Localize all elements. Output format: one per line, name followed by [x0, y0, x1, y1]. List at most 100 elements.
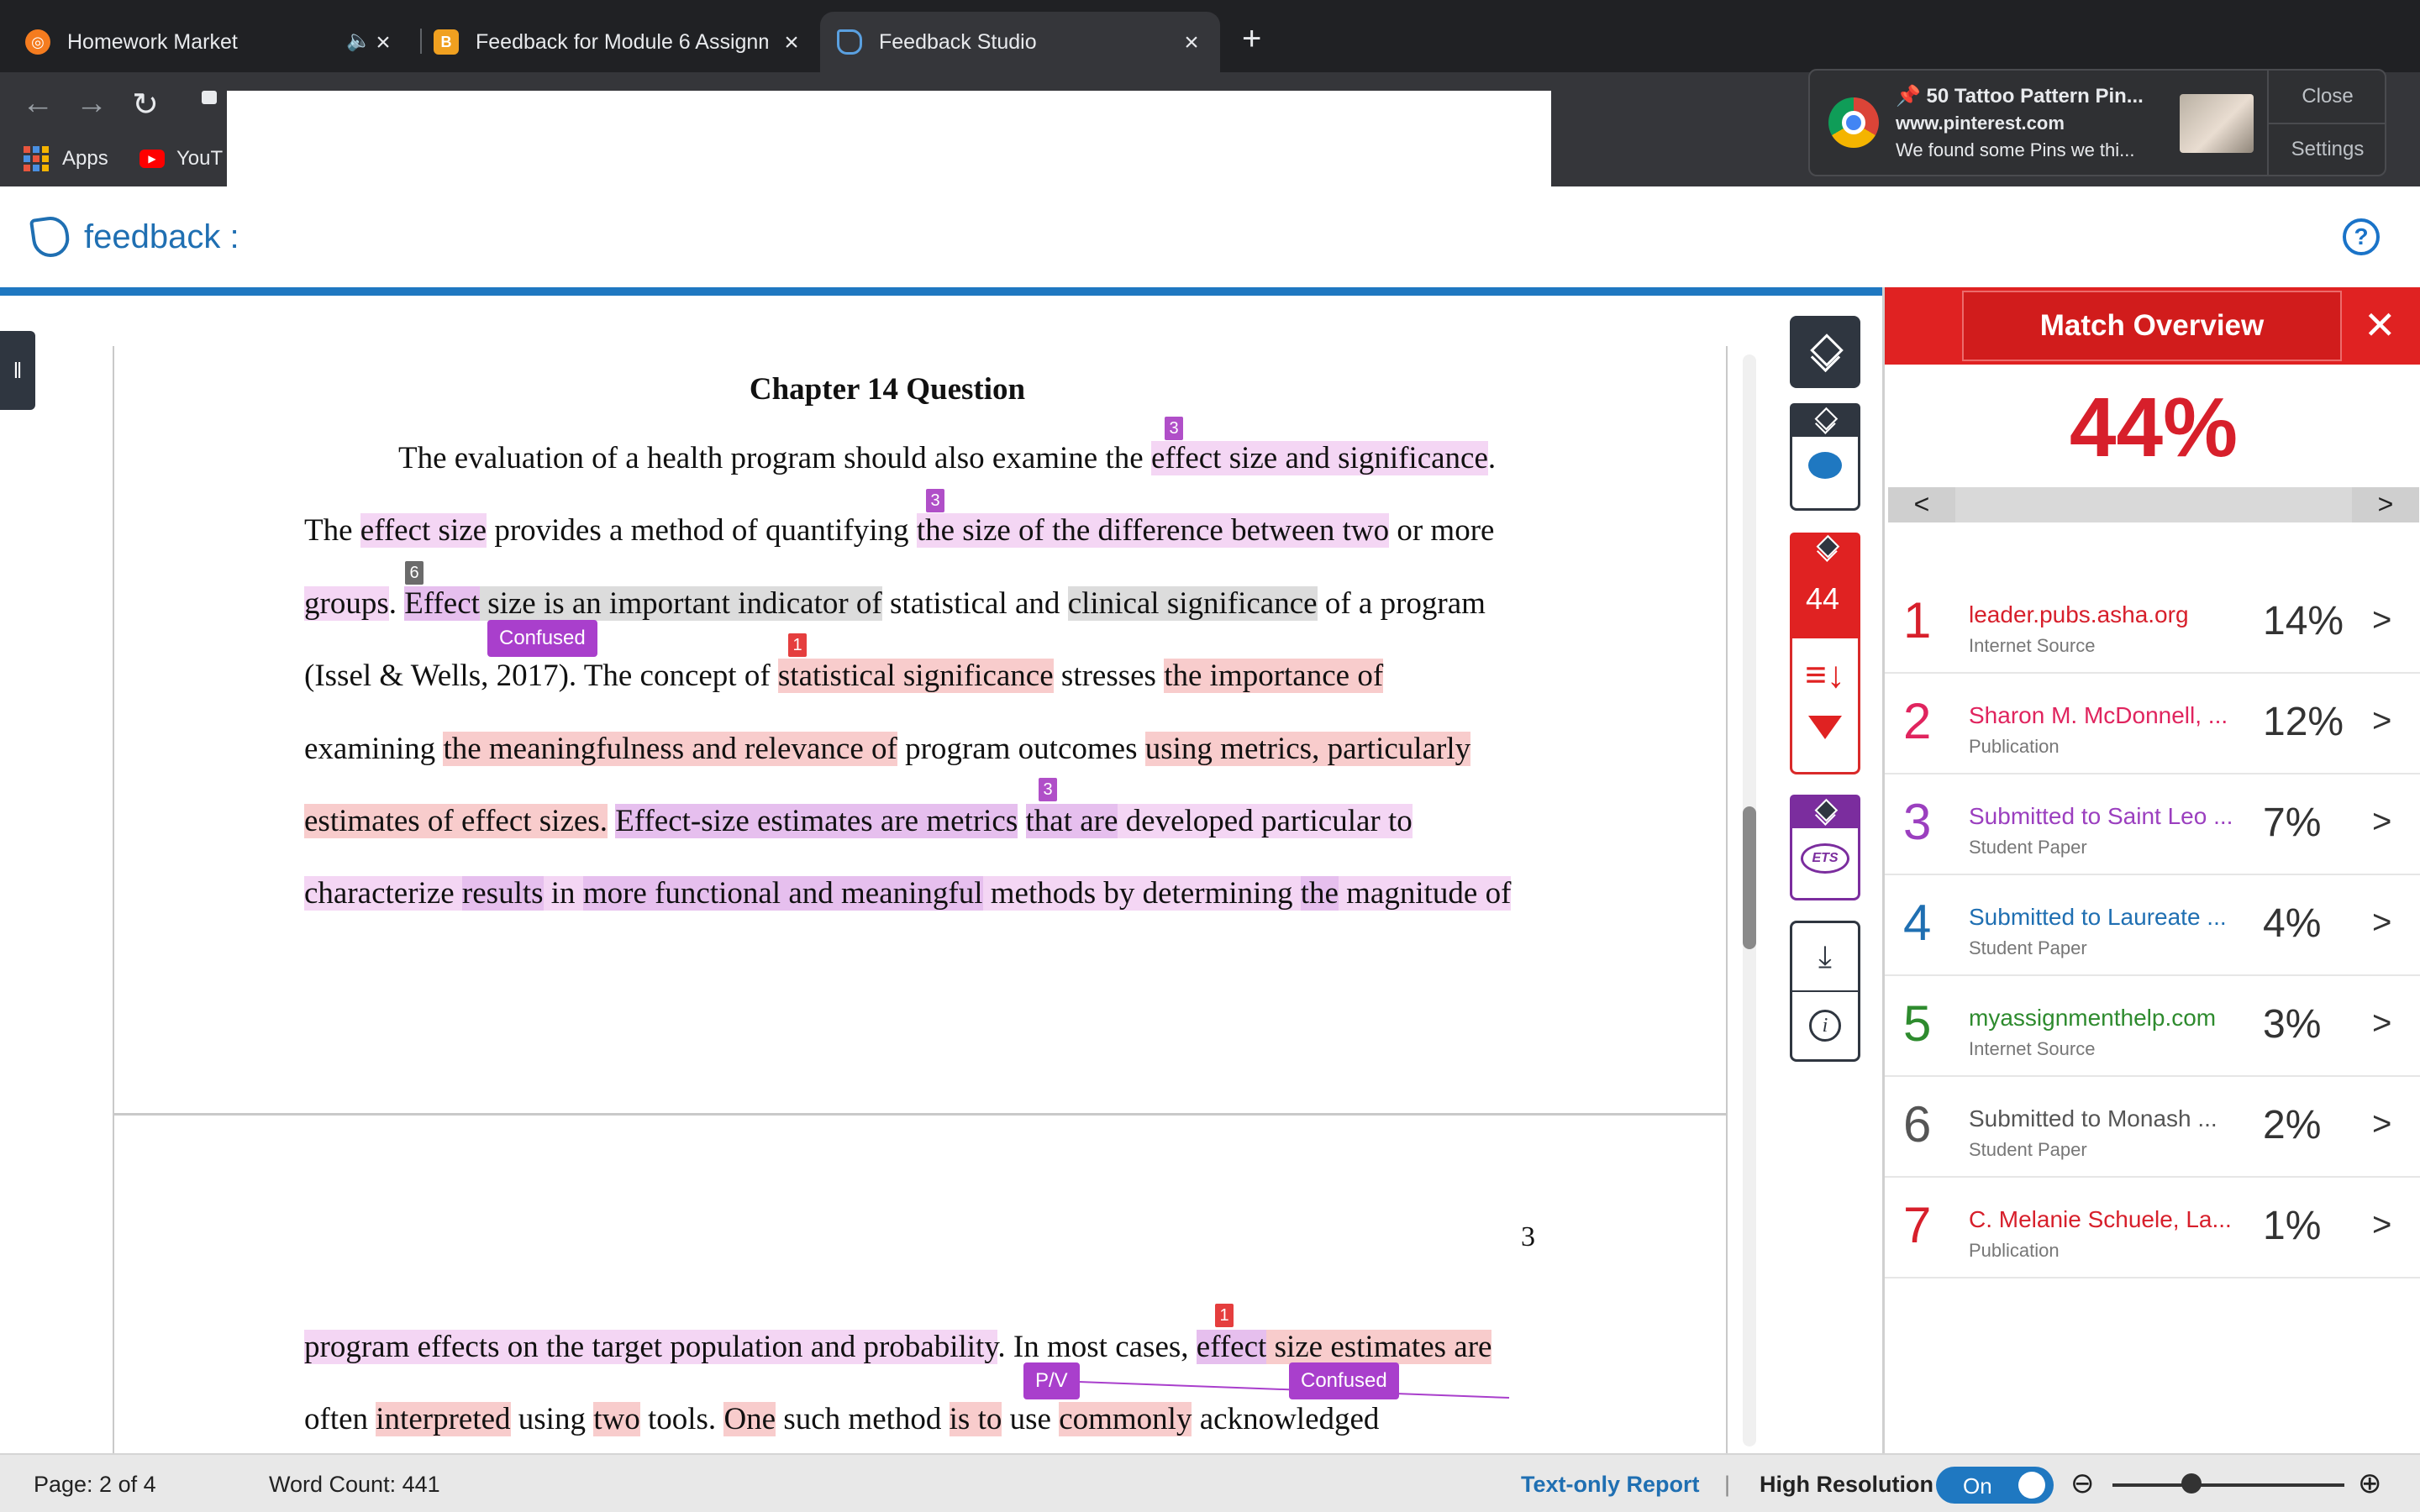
chevron-right-icon[interactable]: > — [2372, 1005, 2391, 1042]
match-highlight[interactable]: commonly — [1059, 1402, 1192, 1436]
match-highlight[interactable]: developed particular to — [1118, 804, 1413, 838]
close-icon[interactable]: × — [370, 29, 397, 57]
match-highlight[interactable]: program effects on the target population… — [304, 1330, 998, 1364]
match-highlight[interactable]: characterize — [304, 876, 462, 911]
chevron-right-icon[interactable]: > — [2372, 601, 2391, 639]
notification-close-button[interactable]: Close — [2269, 71, 2386, 123]
source-row[interactable]: 4 Submitted to Laureate ... Student Paper 4… — [1885, 875, 2420, 976]
match-highlight[interactable]: is to — [949, 1402, 1002, 1436]
source-name[interactable]: C. Melanie Schuele, La... — [1969, 1206, 2232, 1233]
sort-icon[interactable]: ≡↓ — [1805, 657, 1845, 694]
source-name[interactable]: leader.pubs.asha.org — [1969, 601, 2189, 628]
source-row[interactable]: 5 myassignmenthelp.com Internet Source 3% > — [1885, 976, 2420, 1077]
source-name[interactable]: Submitted to Laureate ... — [1969, 904, 2227, 931]
feedback-studio-logo[interactable]: feedback : — [29, 214, 239, 260]
source-row[interactable]: 6 Submitted to Monash ... Student Paper 2% > — [1885, 1077, 2420, 1178]
tab-feedback-module[interactable]: B Feedback for Module 6 Assignm × — [434, 12, 820, 72]
match-tag[interactable]: 1 — [788, 633, 807, 657]
close-icon[interactable]: × — [778, 29, 805, 57]
reload-icon[interactable]: ↻ — [124, 86, 166, 123]
tab-feedback-studio[interactable]: Feedback Studio × — [820, 12, 1220, 72]
match-highlight[interactable]: effect size — [360, 513, 487, 548]
match-highlight[interactable]: One — [723, 1402, 776, 1436]
chrome-notification[interactable]: 📌 50 Tattoo Pattern Pin... www.pinterest… — [1808, 69, 2386, 176]
match-highlight[interactable]: using metrics, particularly — [1144, 732, 1471, 766]
match-highlight[interactable]: groups — [304, 586, 389, 621]
bookmark-youtube[interactable]: ▶ YouT — [139, 139, 223, 178]
info-button[interactable]: i — [1790, 992, 1860, 1059]
match-highlight[interactable]: Effect-size estimates are metrics — [615, 804, 1018, 838]
chevron-right-icon[interactable]: > — [2372, 702, 2391, 740]
text-run: use — [1002, 1402, 1060, 1436]
zoom-out-icon[interactable]: ⊖ — [2070, 1467, 2095, 1500]
similarity-score-button[interactable]: 44 — [1790, 533, 1860, 638]
notification-settings-button[interactable]: Settings — [2269, 123, 2386, 175]
next-page-button[interactable]: > — [2352, 487, 2419, 522]
tab-homework-market[interactable]: ◎ Homework Market 🔈 × — [25, 12, 412, 72]
chevron-right-icon[interactable]: > — [2372, 803, 2391, 841]
match-highlight[interactable]: statistical significance — [777, 659, 1054, 693]
close-icon[interactable]: ✕ — [2364, 306, 2396, 344]
match-highlight[interactable]: size estimates are — [1266, 1330, 1492, 1364]
match-highlight[interactable]: magnitude of — [1338, 876, 1512, 911]
chevron-right-icon[interactable]: > — [2372, 904, 2391, 942]
match-highlight[interactable]: more functional and meaningful — [582, 876, 983, 911]
source-name[interactable]: Submitted to Monash ... — [1969, 1105, 2217, 1132]
quickmark-comment[interactable]: P/V — [1023, 1362, 1080, 1399]
source-row[interactable]: 7 C. Melanie Schuele, La... Publication 1% > — [1885, 1178, 2420, 1278]
match-tag[interactable]: 6 — [405, 561, 424, 585]
match-highlight[interactable]: effect — [1196, 1330, 1267, 1364]
match-highlight[interactable]: Effect — [404, 586, 480, 621]
zoom-slider-knob[interactable] — [2181, 1473, 2202, 1494]
similarity-layer-group[interactable]: 44 ≡↓ — [1790, 533, 1860, 774]
match-tag[interactable]: 1 — [1215, 1304, 1234, 1327]
feedback-layer-group[interactable] — [1790, 403, 1860, 511]
tab-separator — [420, 29, 422, 54]
chevron-right-icon[interactable]: > — [2372, 1105, 2391, 1143]
filter-icon[interactable] — [1808, 716, 1842, 739]
document-scrollbar-thumb[interactable] — [1743, 806, 1756, 949]
match-highlight[interactable]: effect size and significance — [1150, 441, 1488, 475]
close-icon[interactable]: × — [1178, 29, 1205, 57]
zoom-in-icon[interactable]: ⊕ — [2358, 1467, 2382, 1500]
bookmark-apps[interactable]: Apps — [24, 139, 108, 178]
ets-layer-group[interactable]: ETS — [1790, 795, 1860, 900]
zoom-slider[interactable] — [2112, 1483, 2344, 1487]
speaker-icon[interactable]: 🔈 — [346, 29, 371, 53]
match-highlight[interactable]: the meaningfulness and relevance of — [443, 732, 897, 766]
source-name[interactable]: Sharon M. McDonnell, ... — [1969, 702, 2228, 729]
match-highlight[interactable]: results — [461, 876, 544, 911]
match-highlight[interactable]: methods by determining — [982, 876, 1301, 911]
match-highlight[interactable]: estimates of effect sizes. — [304, 804, 608, 838]
layers-button[interactable] — [1790, 316, 1860, 388]
quickmark-comment[interactable]: Confused — [487, 620, 597, 657]
match-highlight[interactable]: two — [593, 1402, 640, 1436]
chevron-right-icon[interactable]: > — [2372, 1206, 2391, 1244]
match-highlight[interactable]: that are — [1025, 804, 1118, 838]
match-highlight[interactable]: the — [1300, 876, 1339, 911]
match-tag[interactable]: 3 — [926, 489, 944, 512]
source-row[interactable]: 3 Submitted to Saint Leo ... Student Paper… — [1885, 774, 2420, 875]
source-name[interactable]: myassignmenthelp.com — [1969, 1005, 2216, 1032]
source-row[interactable]: 1 leader.pubs.asha.org Internet Source 14% > — [1885, 573, 2420, 674]
download-icon[interactable]: ⤓ — [1790, 923, 1860, 992]
match-highlight[interactable]: interpreted — [376, 1402, 511, 1436]
high-resolution-toggle[interactable]: On — [1936, 1467, 2054, 1504]
match-highlight[interactable]: the importance of — [1164, 659, 1384, 693]
match-highlight[interactable]: the size of the difference between two — [916, 513, 1390, 548]
previous-page-button[interactable]: < — [1888, 487, 1955, 522]
side-panel-handle[interactable]: ‖ — [0, 331, 35, 410]
forward-arrow-icon[interactable]: → — [71, 86, 113, 122]
match-tag[interactable]: 3 — [1039, 778, 1057, 801]
source-name[interactable]: Submitted to Saint Leo ... — [1969, 803, 2233, 830]
new-tab-button[interactable]: + — [1242, 22, 1261, 55]
quickmark-comment[interactable]: Confused — [1289, 1362, 1399, 1399]
match-highlight[interactable]: size is an important indicator of — [479, 586, 882, 621]
help-icon[interactable]: ? — [2343, 218, 2380, 255]
text-only-report-link[interactable]: Text-only Report — [1521, 1472, 1700, 1498]
back-arrow-icon[interactable]: ← — [17, 86, 59, 122]
match-highlight[interactable]: clinical significance — [1067, 586, 1318, 621]
source-row[interactable]: 2 Sharon M. McDonnell, ... Publication 12% > — [1885, 674, 2420, 774]
match-highlight[interactable]: in — [543, 876, 583, 911]
match-tag[interactable]: 3 — [1165, 417, 1183, 440]
